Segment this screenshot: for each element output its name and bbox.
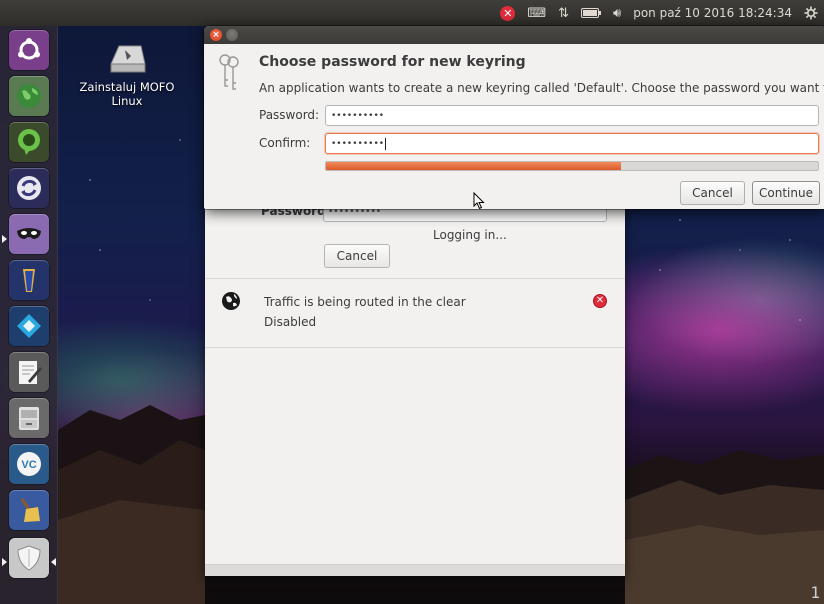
traffic-status-row: Traffic is being routed in the clear Dis… — [205, 279, 625, 347]
dialog-titlebar: × — [204, 26, 824, 44]
launcher-totem-app[interactable] — [9, 260, 49, 300]
window-minimize-button[interactable] — [226, 29, 238, 41]
keyring-password-dialog: × Choose password for new keyring An app… — [204, 26, 824, 209]
launcher-sync[interactable] — [9, 168, 49, 208]
password-field[interactable]: •••••••••• — [325, 105, 819, 126]
traffic-status: Disabled — [264, 315, 317, 329]
launcher-viscosity[interactable]: VC — [9, 444, 49, 484]
vpn-error-icon[interactable]: ✕ — [500, 4, 516, 22]
launcher-file-manager[interactable] — [9, 398, 49, 438]
dialog-title: Choose password for new keyring — [259, 54, 526, 70]
launcher-focus-indicator — [51, 558, 56, 566]
keys-icon — [219, 54, 239, 90]
clock[interactable]: pon paź 10 2016 18:24:34 — [633, 6, 792, 20]
sync-icon — [17, 176, 41, 200]
mask-icon — [17, 228, 41, 239]
workspace-number: 1 — [810, 583, 820, 602]
error-x-icon[interactable]: ✕ — [593, 294, 607, 308]
top-panel: ✕ ⌨ ⇅ 🔊︎ pon paź 10 2016 18:24:34 — [0, 0, 824, 26]
volume-icon[interactable]: 🔊︎ — [613, 4, 621, 22]
chat-bubble-icon — [18, 129, 40, 155]
launcher-running-indicator — [2, 558, 7, 566]
password-field-value: •••••••••• — [331, 110, 385, 121]
continue-button[interactable]: Continue — [752, 181, 820, 205]
gear-icon[interactable] — [804, 4, 818, 22]
launcher-text-editor[interactable] — [9, 352, 49, 392]
totem-icon — [23, 269, 35, 292]
vc-icon: VC — [17, 452, 41, 476]
desktop-icon-label-line2: Linux — [111, 94, 143, 108]
cancel-button[interactable]: Cancel — [680, 181, 745, 205]
globe-icon — [17, 84, 41, 108]
globe-icon — [222, 292, 240, 310]
window-bottom-bar — [205, 564, 625, 576]
ubuntu-logo-icon — [18, 38, 40, 60]
desktop-icon-label-line1: Zainstaluj MOFO — [79, 80, 175, 94]
desktop-icon-install[interactable]: Zainstaluj MOFO Linux — [72, 38, 182, 108]
text-caret — [385, 137, 387, 150]
confirm-password-field[interactable]: •••••••••• — [325, 133, 819, 154]
divider — [205, 347, 625, 348]
password-label: Password: — [259, 108, 320, 122]
svg-text:VC: VC — [21, 459, 36, 471]
logging-in-status: Logging in... — [433, 228, 507, 242]
password-strength-bar — [325, 161, 819, 171]
confirm-field-value: •••••••••• — [331, 138, 385, 149]
keyboard-icon[interactable]: ⌨ — [527, 4, 546, 22]
launcher-hangouts[interactable] — [9, 122, 49, 162]
traffic-title: Traffic is being routed in the clear — [264, 295, 466, 309]
launcher-vpn-app[interactable] — [9, 214, 49, 254]
launcher-mofo-installer[interactable] — [9, 538, 49, 578]
pencil-icon — [19, 361, 42, 384]
mouse-pointer-icon — [473, 192, 485, 210]
launcher-bleachbit[interactable] — [9, 490, 49, 530]
password-strength-fill — [326, 162, 622, 170]
launcher-active-indicator — [2, 235, 7, 243]
cabinet-icon — [19, 407, 39, 430]
kodi-icon — [17, 314, 41, 338]
network-icon[interactable]: ⇅ — [558, 4, 569, 22]
shield-icon — [17, 545, 41, 571]
battery-icon[interactable] — [581, 4, 601, 22]
launcher-dash-home[interactable] — [9, 30, 49, 70]
vpn-cancel-button[interactable]: Cancel — [324, 244, 390, 268]
broom-icon — [20, 498, 40, 522]
launcher-browser[interactable] — [9, 76, 49, 116]
vpn-app-window: Password: •••••••••• Logging in... Cance… — [205, 200, 625, 576]
window-close-button[interactable]: × — [210, 29, 222, 41]
launcher-kodi[interactable] — [9, 306, 49, 346]
dialog-description: An application wants to create a new key… — [259, 81, 824, 95]
confirm-label: Confirm: — [259, 136, 311, 150]
launcher: VC — [0, 26, 58, 604]
installer-drive-icon — [110, 45, 146, 73]
